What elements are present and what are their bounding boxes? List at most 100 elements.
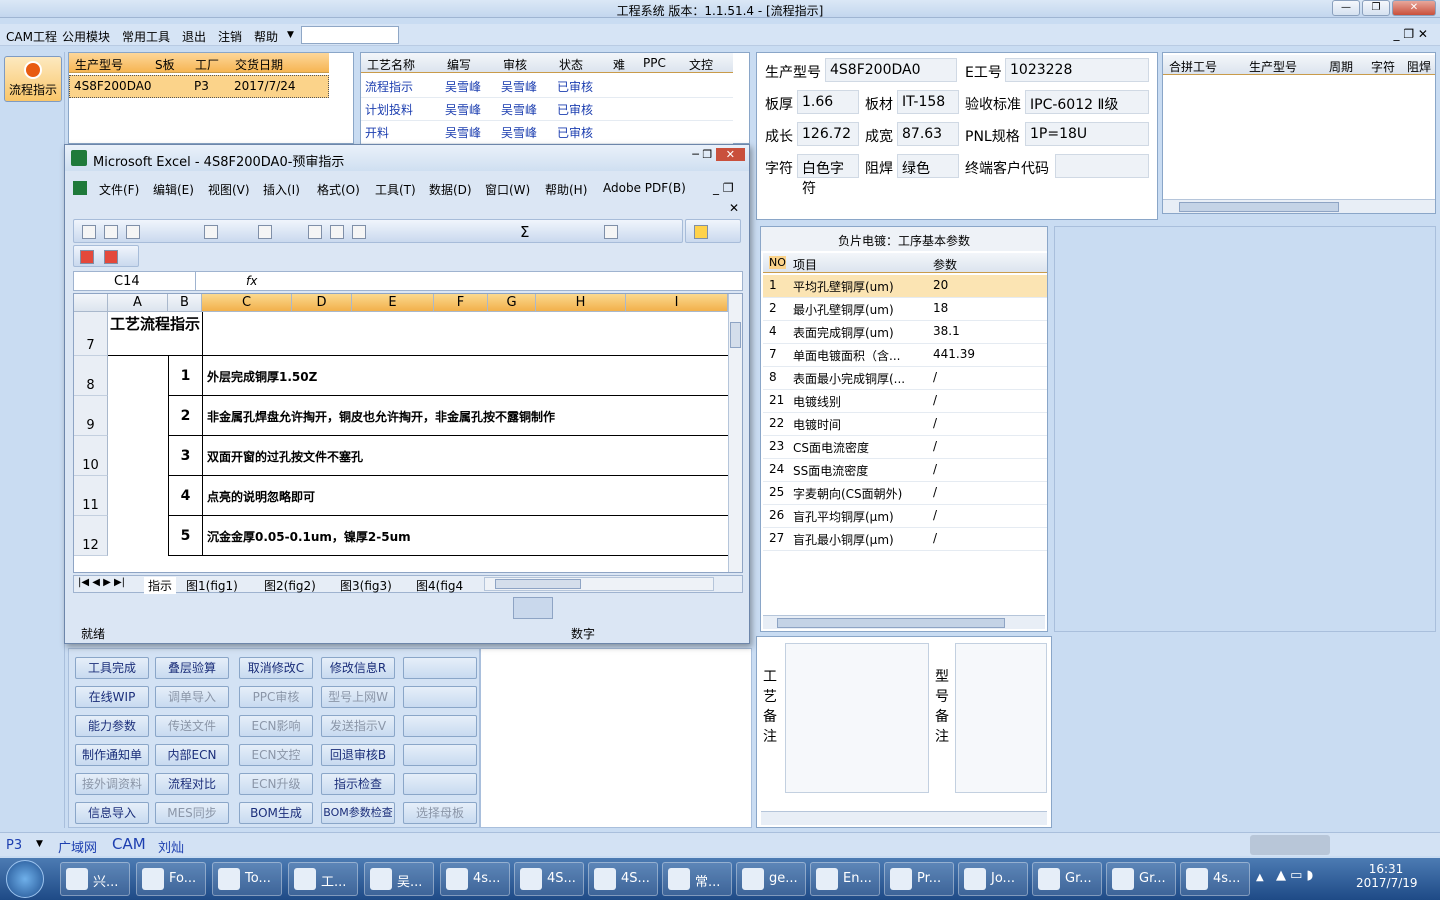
- param-row[interactable]: 7 单面电镀面积（含... 441.39: [763, 344, 1047, 367]
- blank-button[interactable]: [403, 686, 477, 708]
- fill-color-icon[interactable]: [694, 225, 708, 239]
- internal-ecn-button[interactable]: 内部ECN: [155, 744, 229, 766]
- col-header[interactable]: C: [202, 294, 292, 312]
- menu-tools[interactable]: 常用工具: [122, 28, 170, 45]
- cut-icon[interactable]: [308, 225, 322, 239]
- vertical-scrollbar[interactable]: [728, 294, 742, 572]
- row-header[interactable]: 10: [74, 436, 108, 476]
- cell-instruction[interactable]: 沉金金厚0.05-0.1um，镍厚2-5um: [202, 516, 728, 556]
- cell-index[interactable]: 1: [168, 356, 202, 396]
- mdi-controls[interactable]: _ ❐ ✕: [1394, 27, 1428, 41]
- col-header[interactable]: E: [352, 294, 434, 312]
- info-import-button[interactable]: 信息导入: [75, 802, 149, 824]
- pdf-icon[interactable]: [80, 250, 94, 264]
- blank-button[interactable]: [403, 773, 477, 795]
- cell-instruction[interactable]: 非金属孔焊盘允许掏开，铜皮也允许掏开，非金属孔按不露铜制作: [202, 396, 728, 436]
- cell-instruction[interactable]: 点亮的说明忽略即可: [202, 476, 728, 516]
- flow-compare-button[interactable]: 流程对比: [155, 773, 229, 795]
- taskbar-item[interactable]: 工...: [288, 862, 358, 896]
- open-icon[interactable]: [104, 225, 118, 239]
- tab-nav-arrows[interactable]: |◀ ◀ ▶ ▶|: [78, 577, 125, 588]
- col-header[interactable]: H: [536, 294, 626, 312]
- spellcheck-icon[interactable]: [258, 225, 272, 239]
- restore-button[interactable]: ❐: [1362, 0, 1390, 16]
- taskbar-item[interactable]: 4s...: [440, 862, 510, 896]
- mdi-controls[interactable]: _ ❐: [713, 181, 734, 195]
- row-header[interactable]: 8: [74, 356, 108, 396]
- ecn-impact-button[interactable]: ECN影响: [239, 715, 313, 737]
- taskbar-item[interactable]: 常...: [662, 862, 732, 896]
- row-header[interactable]: 9: [74, 396, 108, 436]
- cell-index[interactable]: 2: [168, 396, 202, 436]
- blank-button[interactable]: [403, 744, 477, 766]
- param-row[interactable]: 27 盲孔最小铜厚(μm) /: [763, 528, 1047, 551]
- excel-window[interactable]: Microsoft Excel - 4S8F200DA0-预审指示 ─ ❐ ✕ …: [64, 144, 750, 644]
- col-header[interactable]: B: [168, 294, 202, 312]
- taskbar-item[interactable]: To...: [212, 862, 282, 896]
- taskbar-item[interactable]: ge...: [736, 862, 806, 896]
- param-row[interactable]: 24 SS面电流密度 /: [763, 459, 1047, 482]
- col-header[interactable]: I: [626, 294, 728, 312]
- pnl-field[interactable]: 1P=18U: [1025, 122, 1149, 146]
- cell-a7[interactable]: 工艺流程指示: [108, 312, 202, 356]
- notice-button[interactable]: 制作通知单: [75, 744, 149, 766]
- tool-complete-button[interactable]: 工具完成: [75, 657, 149, 679]
- horizontal-scrollbar[interactable]: [761, 811, 1047, 825]
- param-row[interactable]: 21 电镀线别 /: [763, 390, 1047, 413]
- taskbar-item[interactable]: Pr...: [884, 862, 954, 896]
- capability-button[interactable]: 能力参数: [75, 715, 149, 737]
- ecn-doc-button[interactable]: ECN文控: [239, 744, 313, 766]
- import-order-button[interactable]: 调单导入: [155, 686, 229, 708]
- menu-common[interactable]: 公用模块: [62, 28, 110, 45]
- cell-index[interactable]: 3: [168, 436, 202, 476]
- menu-help[interactable]: 帮助: [254, 28, 278, 45]
- taskbar-item[interactable]: Gr...: [1106, 862, 1176, 896]
- excel-menu-file[interactable]: 文件(F): [99, 181, 139, 198]
- tab-sheet-1[interactable]: 图1(fig1): [186, 577, 238, 594]
- chart-icon[interactable]: [604, 225, 618, 239]
- sum-icon[interactable]: Σ: [520, 223, 529, 241]
- taskbar-item[interactable]: Fo...: [136, 862, 206, 896]
- excel-menu-insert[interactable]: 插入(I): [263, 181, 300, 198]
- plant-select[interactable]: P3: [6, 838, 22, 853]
- scroll-thumb[interactable]: [730, 322, 741, 348]
- cell-instruction[interactable]: 外层完成铜厚1.50Z: [202, 356, 728, 396]
- excel-menu-window[interactable]: 窗口(W): [485, 181, 530, 198]
- blank-button[interactable]: [403, 657, 477, 679]
- bom-generate-button[interactable]: BOM生成: [239, 802, 313, 824]
- horizontal-scrollbar[interactable]: [484, 577, 714, 591]
- cell-instruction[interactable]: 双面开窗的过孔按文件不塞孔: [202, 436, 728, 476]
- material-field[interactable]: IT-158: [897, 90, 959, 114]
- param-row[interactable]: 4 表面完成铜厚(um) 38.1: [763, 321, 1047, 344]
- excel-window-controls[interactable]: ─ ❐ ✕: [692, 148, 745, 161]
- spreadsheet-grid[interactable]: A B C D E F G H I 7 工艺流程指示 8 1 外层完成铜厚1.50Z 9 2…: [73, 293, 743, 573]
- param-row[interactable]: 26 盲孔平均铜厚(μm) /: [763, 505, 1047, 528]
- table-row[interactable]: 流程指示 吴雪峰 吴雪峰 已审核: [361, 75, 733, 98]
- rollback-review-button[interactable]: 回退审核B: [321, 744, 395, 766]
- taskbar-item[interactable]: 4S...: [588, 862, 658, 896]
- menu-cam[interactable]: CAM工程: [6, 28, 57, 45]
- minimize-button[interactable]: —: [1332, 0, 1360, 16]
- taskbar-item[interactable]: 4s...: [1180, 862, 1250, 896]
- param-row[interactable]: 8 表面最小完成铜厚(... /: [763, 367, 1047, 390]
- start-button[interactable]: [6, 860, 44, 898]
- tray-icons[interactable]: ▲ ▭ ◗: [1276, 868, 1336, 888]
- param-row[interactable]: 1 平均孔壁铜厚(um) 20: [763, 275, 1047, 298]
- name-box[interactable]: C14: [74, 272, 196, 290]
- online-wip-button[interactable]: 在线WIP: [75, 686, 149, 708]
- language-bar[interactable]: [1250, 835, 1330, 855]
- tab-sheet-2[interactable]: 图2(fig2): [264, 577, 316, 594]
- save-icon[interactable]: [126, 225, 140, 239]
- process-remark-textarea[interactable]: [785, 643, 929, 793]
- flow-button[interactable]: 流程指示: [4, 56, 62, 102]
- e-no-field[interactable]: 1023228: [1005, 58, 1149, 82]
- excel-menu-format[interactable]: 格式(O): [317, 181, 360, 198]
- param-row[interactable]: 2 最小孔壁铜厚(um) 18: [763, 298, 1047, 321]
- standard-field[interactable]: IPC-6012 Ⅱ级: [1025, 90, 1149, 114]
- scroll-thumb[interactable]: [777, 618, 1005, 628]
- pdf-mail-icon[interactable]: [104, 250, 118, 264]
- scroll-thumb[interactable]: [495, 579, 581, 589]
- cell-c7[interactable]: [202, 312, 728, 356]
- cell-index[interactable]: 5: [168, 516, 202, 556]
- menu-logout[interactable]: 注销: [218, 28, 242, 45]
